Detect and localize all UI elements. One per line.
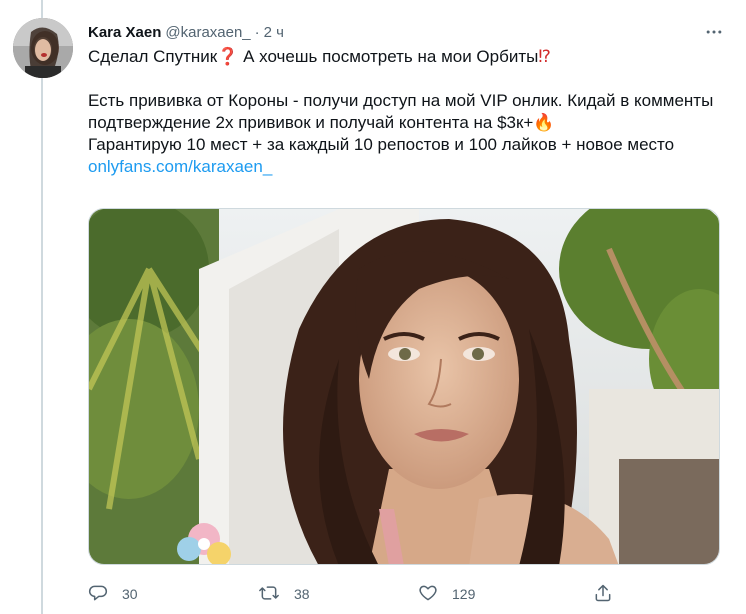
tweet-line-1-rest: А хочешь посмотреть на мои Орбиты xyxy=(238,47,539,66)
question-emoji-icon: ❓ xyxy=(217,47,239,67)
thread-line xyxy=(41,0,43,614)
tweet-line-1: Сделал Спутник❓ А хочешь посмотреть на м… xyxy=(88,46,728,68)
retweet-count: 38 xyxy=(294,586,310,602)
fire-emoji-icon: 🔥 xyxy=(533,113,555,133)
reply-count: 30 xyxy=(122,586,138,602)
reply-button[interactable]: 30 xyxy=(88,580,138,608)
tweet-paragraph-2: Есть прививка от Короны - получи доступ … xyxy=(88,90,728,178)
tweet-photo[interactable] xyxy=(88,208,720,565)
author-name[interactable]: Kara Xaen xyxy=(88,24,161,41)
share-button[interactable] xyxy=(593,580,613,608)
author-handle[interactable]: @karaxaen_ xyxy=(165,24,250,41)
tweet-paragraph-3-text: Гарантирую 10 мест + за каждый 10 репост… xyxy=(88,135,675,154)
heart-icon xyxy=(418,583,438,606)
timestamp[interactable]: 2 ч xyxy=(264,24,284,41)
like-button[interactable]: 129 xyxy=(418,580,475,608)
tweet-text: Сделал Спутник❓ А хочешь посмотреть на м… xyxy=(88,46,728,178)
onlyfans-link[interactable]: onlyfans.com/karaxaen_ xyxy=(88,157,272,176)
share-icon xyxy=(593,583,613,606)
tweet-actions: 30 38 129 xyxy=(88,580,648,608)
exclamation-question-emoji-icon: ⁉ xyxy=(538,47,551,67)
reply-icon xyxy=(88,583,108,606)
avatar[interactable] xyxy=(13,18,73,78)
more-icon[interactable] xyxy=(702,20,726,44)
retweet-button[interactable]: 38 xyxy=(258,580,310,608)
tweet-paragraph-2-text: Есть прививка от Короны - получи доступ … xyxy=(88,91,714,132)
tweet-header: Kara Xaen @karaxaen_ · 2 ч xyxy=(88,20,736,44)
like-count: 129 xyxy=(452,586,476,602)
tweet-line-1-text: Сделал Спутник xyxy=(88,47,218,66)
retweet-icon xyxy=(258,583,280,606)
separator: · xyxy=(254,23,260,41)
